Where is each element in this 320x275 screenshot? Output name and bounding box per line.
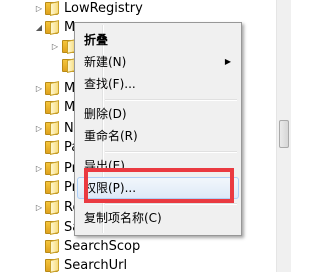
menu-item-find[interactable]: 查找(F)... <box>77 73 239 95</box>
menu-item-rename[interactable]: 重命名(R) <box>77 125 239 147</box>
menu-item-copy-key-name[interactable]: 复制项名称(C) <box>77 207 239 229</box>
scrollbar-thumb[interactable] <box>279 120 289 148</box>
folder-icon <box>45 220 61 235</box>
menu-separator <box>105 99 237 101</box>
folder-icon <box>45 140 61 155</box>
menu-separator <box>105 151 237 153</box>
folder-icon <box>45 200 61 215</box>
tree-item-label: LowRegistry <box>64 1 143 16</box>
menu-item-collapse[interactable]: 折叠 <box>77 29 239 51</box>
folder-icon <box>45 121 61 136</box>
menu-item-label: 重命名(R) <box>84 129 138 143</box>
tree-item-lowregistry[interactable]: ▷ LowRegistry <box>0 0 291 18</box>
expand-arrow-icon[interactable]: ▷ <box>34 4 44 14</box>
folder-icon <box>45 161 61 176</box>
menu-item-label: 删除(D) <box>84 107 127 121</box>
menu-item-label: 折叠 <box>84 33 109 47</box>
menu-separator <box>105 203 237 205</box>
menu-item-delete[interactable]: 删除(D) <box>77 103 239 125</box>
menu-item-label: 新建(N) <box>84 55 127 69</box>
expand-arrow-icon[interactable]: ▷ <box>34 124 44 134</box>
folder-icon <box>45 180 61 195</box>
collapse-arrow-icon[interactable]: ◢ <box>34 23 44 33</box>
menu-item-label: 查找(F)... <box>84 77 136 91</box>
tree-item-searchscop[interactable]: SearchScop <box>0 238 291 256</box>
folder-icon <box>45 1 61 16</box>
vertical-scrollbar[interactable] <box>276 0 291 272</box>
expand-arrow-icon[interactable]: ▷ <box>34 84 44 94</box>
tree-item-label: SearchUrl <box>64 258 128 273</box>
context-menu: 折叠 新建(N) ▶ 查找(F)... 删除(D) 重命名(R) 导出(E) 权… <box>74 22 242 236</box>
folder-icon <box>45 239 61 254</box>
tree-item-label: SearchScop <box>64 239 141 254</box>
menu-item-label: 复制项名称(C) <box>84 211 162 225</box>
menu-item-new[interactable]: 新建(N) ▶ <box>77 51 239 73</box>
folder-icon <box>45 100 61 115</box>
folder-icon <box>45 258 61 273</box>
folder-open-icon <box>45 20 61 35</box>
tree-item-label: N <box>64 121 74 136</box>
highlight-annotation-box <box>84 168 234 203</box>
tree-item-searchurl[interactable]: SearchUrl <box>0 257 291 275</box>
expand-arrow-icon[interactable]: ▷ <box>34 203 44 213</box>
folder-icon <box>45 81 61 96</box>
expand-arrow-icon[interactable]: ▷ <box>50 42 60 52</box>
submenu-arrow-icon: ▶ <box>224 57 231 66</box>
expand-arrow-icon[interactable]: ▷ <box>34 164 44 174</box>
